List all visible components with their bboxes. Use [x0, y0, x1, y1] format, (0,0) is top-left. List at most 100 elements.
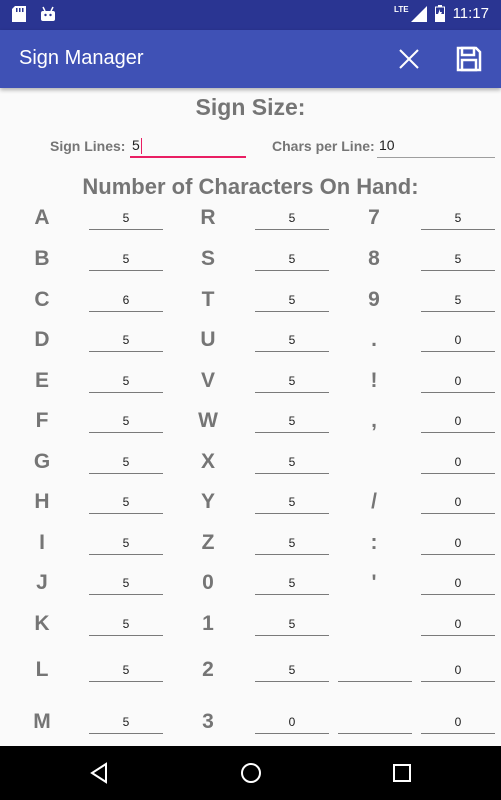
sign-lines-label: Sign Lines: — [50, 138, 126, 154]
recents-icon — [393, 764, 411, 782]
recents-button[interactable] — [387, 758, 417, 788]
save-button[interactable] — [454, 44, 484, 74]
character-label: G — [33, 450, 51, 473]
character-label: C — [34, 288, 50, 311]
sign-size-heading: Sign Size: — [195, 94, 306, 120]
character-count-input[interactable]: 0 — [421, 712, 495, 734]
character-count-input[interactable]: 5 — [89, 533, 163, 555]
character-label: 1 — [202, 612, 214, 635]
character-count-input[interactable]: 5 — [421, 290, 495, 312]
sign-lines-input[interactable]: 5 — [130, 134, 246, 158]
character-label: . — [371, 328, 377, 351]
character-count-input[interactable]: 5 — [89, 249, 163, 271]
character-count-input[interactable]: 5 — [89, 411, 163, 433]
navigation-bar — [0, 746, 501, 800]
sign-lines-value: 5 — [132, 137, 140, 153]
chars-per-line-value: 10 — [379, 137, 395, 153]
character-count-input[interactable]: 5 — [89, 660, 163, 682]
sign-settings-form: Sign Size: Sign Lines: 5 Chars per Line:… — [0, 88, 501, 746]
character-count-input[interactable]: 5 — [89, 330, 163, 352]
character-count-input[interactable]: 5 — [89, 712, 163, 734]
save-icon — [456, 46, 482, 72]
character-count-input[interactable]: 0 — [255, 712, 329, 734]
battery-icon — [434, 5, 445, 22]
character-label: V — [200, 369, 215, 392]
status-bar: LTE 11:17 — [0, 0, 501, 30]
characters-heading: Number of Characters On Hand: — [82, 174, 419, 199]
character-count-input[interactable]: 5 — [255, 290, 329, 312]
character-label: ! — [370, 369, 378, 392]
home-icon — [241, 763, 261, 783]
character-label: D — [34, 328, 50, 351]
character-label: Z — [201, 531, 215, 554]
character-label: M — [33, 710, 51, 733]
character-label: W — [198, 409, 218, 432]
character-label: U — [200, 328, 216, 351]
page-title: Sign Manager — [19, 47, 144, 69]
character-count-input[interactable]: 6 — [89, 290, 163, 312]
clock: 11:17 — [452, 5, 489, 22]
character-label: K — [34, 612, 50, 635]
character-count-input[interactable]: 0 — [421, 573, 495, 595]
character-label: 8 — [368, 247, 380, 270]
character-count-input[interactable]: 0 — [421, 411, 495, 433]
character-count-input[interactable]: 0 — [421, 533, 495, 555]
character-count-input[interactable]: 5 — [89, 573, 163, 595]
character-label: S — [200, 247, 215, 270]
close-icon — [399, 49, 419, 69]
character-count-input[interactable]: 0 — [421, 660, 495, 682]
chars-per-line-input[interactable]: 10 — [377, 134, 495, 158]
character-count-input[interactable]: 5 — [255, 411, 329, 433]
character-count-input[interactable]: 5 — [89, 492, 163, 514]
character-label: 2 — [202, 658, 214, 681]
character-label: I — [39, 531, 45, 554]
character-count-input[interactable]: 5 — [89, 208, 163, 230]
character-label: 0 — [202, 571, 214, 594]
character-label: X — [200, 450, 215, 473]
character-label: ' — [371, 571, 377, 594]
character-count-input[interactable]: 5 — [255, 208, 329, 230]
character-label: A — [34, 206, 50, 229]
character-count-input[interactable]: 5 — [255, 573, 329, 595]
character-count-input[interactable]: 5 — [255, 249, 329, 271]
character-label: R — [200, 206, 216, 229]
empty-character-input[interactable] — [338, 712, 412, 734]
character-count-input[interactable]: 0 — [421, 330, 495, 352]
character-label: 9 — [368, 288, 380, 311]
character-count-input[interactable]: 5 — [89, 452, 163, 474]
character-count-input[interactable]: 5 — [89, 614, 163, 636]
character-count-input[interactable]: 5 — [421, 249, 495, 271]
character-label: : — [370, 531, 378, 554]
character-count-input[interactable]: 5 — [255, 452, 329, 474]
character-label: , — [371, 409, 377, 432]
character-label: L — [35, 658, 49, 681]
character-count-input[interactable]: 5 — [421, 208, 495, 230]
character-count-input[interactable]: 0 — [421, 614, 495, 636]
character-count-input[interactable]: 5 — [255, 533, 329, 555]
character-count-input[interactable]: 5 — [255, 660, 329, 682]
character-count-input[interactable]: 5 — [255, 492, 329, 514]
character-label: Y — [200, 490, 215, 513]
character-label: 3 — [202, 710, 214, 733]
character-label: / — [371, 490, 377, 513]
character-label: B — [34, 247, 50, 270]
character-count-input[interactable]: 5 — [255, 614, 329, 636]
character-count-input[interactable]: 0 — [421, 371, 495, 393]
character-count-input[interactable]: 5 — [89, 371, 163, 393]
character-count-input[interactable]: 5 — [255, 371, 329, 393]
character-count-input[interactable]: 0 — [421, 452, 495, 474]
character-count-input[interactable]: 5 — [255, 330, 329, 352]
character-label: F — [35, 409, 49, 432]
character-label: J — [36, 571, 48, 594]
back-icon — [90, 762, 107, 784]
back-button[interactable] — [84, 758, 114, 788]
character-count-input[interactable]: 0 — [421, 492, 495, 514]
sd-card-icon — [12, 6, 26, 22]
app-bar: Sign Manager — [0, 30, 501, 88]
close-button[interactable] — [394, 44, 424, 74]
text-cursor — [140, 138, 142, 155]
chars-per-line-label: Chars per Line: — [272, 138, 375, 154]
empty-character-input[interactable] — [338, 660, 412, 682]
signal-icon — [410, 5, 427, 22]
home-button[interactable] — [236, 758, 266, 788]
